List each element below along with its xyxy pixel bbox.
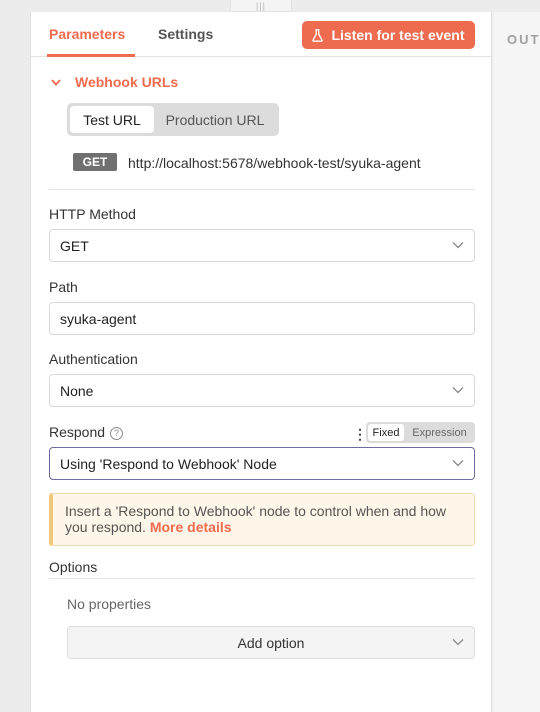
- respond-notice: Insert a 'Respond to Webhook' node to co…: [49, 493, 475, 546]
- respond-label: Respond: [49, 424, 106, 440]
- more-details-link[interactable]: More details: [150, 519, 232, 535]
- authentication-value: None: [60, 382, 94, 399]
- output-panel: OUT: [493, 12, 540, 712]
- flask-icon: [312, 28, 324, 42]
- respond-label-row: Respond?: [49, 424, 124, 440]
- chevron-down-icon: [452, 460, 464, 467]
- add-option-button[interactable]: Add option: [67, 626, 475, 659]
- http-method-label: HTTP Method: [49, 206, 136, 222]
- authentication-label: Authentication: [49, 351, 138, 367]
- url-type-toggle: Test URL Production URL: [67, 103, 279, 136]
- chevron-down-icon: [452, 387, 464, 394]
- respond-select[interactable]: Using 'Respond to Webhook' Node: [49, 447, 475, 480]
- http-method-select[interactable]: GET: [49, 229, 475, 262]
- production-url-option[interactable]: Production URL: [154, 106, 276, 133]
- test-url-option[interactable]: Test URL: [70, 106, 154, 133]
- webhook-url[interactable]: http://localhost:5678/webhook-test/syuka…: [128, 155, 421, 171]
- chevron-down-icon: [452, 242, 464, 249]
- path-value: syuka-agent: [60, 310, 137, 327]
- panel-drag-handle[interactable]: |||: [230, 0, 292, 12]
- path-label: Path: [49, 279, 78, 295]
- authentication-select[interactable]: None: [49, 374, 475, 407]
- options-label: Options: [49, 559, 98, 575]
- divider: [49, 189, 475, 190]
- tab-parameters[interactable]: Parameters: [49, 26, 125, 42]
- http-method-badge: GET: [73, 153, 117, 171]
- fixed-expression-toggle: Fixed Expression: [366, 422, 475, 443]
- expression-option[interactable]: Expression: [406, 424, 473, 441]
- respond-value: Using 'Respond to Webhook' Node: [60, 455, 277, 472]
- tab-settings[interactable]: Settings: [158, 26, 213, 42]
- notice-text: Insert a 'Respond to Webhook' node to co…: [65, 503, 447, 535]
- no-properties-text: No properties: [67, 596, 152, 612]
- webhook-urls-title: Webhook URLs: [75, 74, 179, 90]
- listen-for-test-event-button[interactable]: Listen for test event: [302, 21, 475, 49]
- help-icon[interactable]: ?: [110, 426, 124, 440]
- webhook-urls-toggle[interactable]: Webhook URLs: [51, 74, 178, 90]
- listen-button-label: Listen for test event: [331, 27, 465, 43]
- options-menu-icon[interactable]: ⋮: [353, 426, 367, 443]
- panel-tabs: Parameters Settings Listen for test even…: [31, 12, 493, 57]
- add-option-label: Add option: [237, 634, 305, 651]
- fixed-option[interactable]: Fixed: [368, 424, 404, 441]
- active-tab-indicator: [47, 54, 135, 57]
- chevron-down-icon: [51, 78, 61, 86]
- canvas-left-strip: [0, 0, 30, 712]
- chevron-down-icon: [452, 639, 464, 646]
- output-panel-title: OUT: [507, 32, 540, 47]
- path-input[interactable]: syuka-agent: [49, 302, 475, 335]
- node-parameters-panel: Parameters Settings Listen for test even…: [30, 12, 493, 712]
- divider: [49, 578, 475, 579]
- http-method-value: GET: [60, 237, 89, 254]
